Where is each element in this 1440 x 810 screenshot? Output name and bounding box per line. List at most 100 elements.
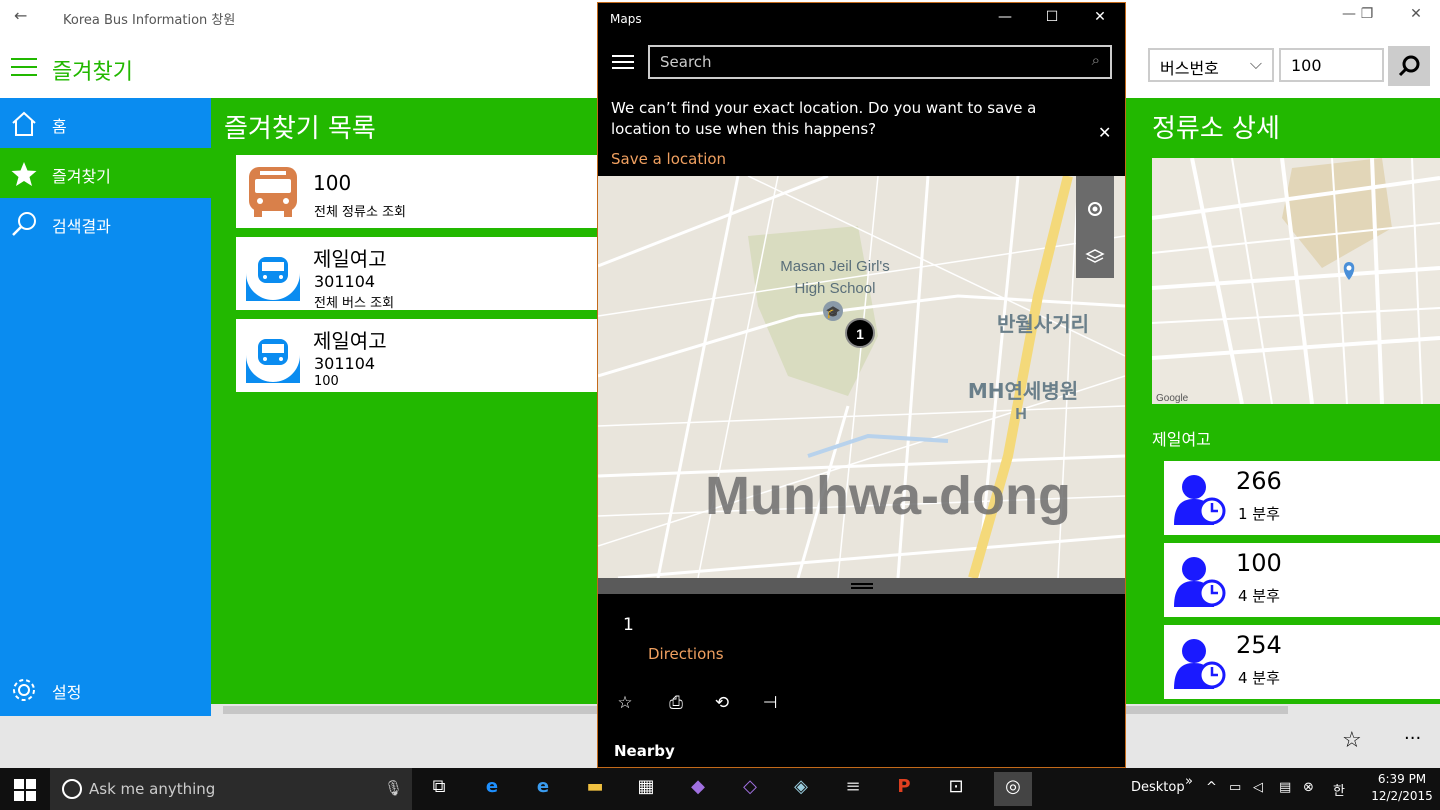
volume-icon[interactable]: ◁	[1253, 780, 1263, 795]
desktop-toolbar-label[interactable]: Desktop	[1131, 780, 1185, 795]
add-favorite-star-icon[interactable]: ☆	[1342, 728, 1362, 753]
map-label-hospital: MH연세병원	[968, 379, 1078, 403]
map-label-district: Munhwa-dong	[705, 466, 1071, 526]
search-type-dropdown[interactable]: 버스번호 ⌵	[1148, 48, 1274, 82]
close-icon[interactable]: ✕	[1085, 9, 1115, 25]
clock-date: 12/2/2015	[1371, 789, 1433, 803]
arrival-time: 4 분후	[1238, 587, 1280, 605]
nav-item-favorites[interactable]: 즐겨찾기	[0, 148, 211, 198]
print-icon[interactable]: ⎙	[664, 693, 688, 713]
bus-number: 100	[1236, 549, 1282, 577]
favorite-item[interactable]: 제일여고 301104 전체 버스 조회	[236, 237, 598, 311]
person-clock-icon	[1174, 639, 1226, 689]
person-clock-icon	[1174, 557, 1226, 607]
windows-start-icon[interactable]	[14, 779, 36, 801]
action-center-icon[interactable]: ▤	[1279, 780, 1291, 795]
cortana-icon	[62, 779, 82, 799]
gear-icon	[13, 679, 35, 701]
restore-icon[interactable]: ❐	[1352, 6, 1382, 22]
bus-number: 266	[1236, 467, 1282, 495]
input-method-icon[interactable]: 한	[1333, 780, 1345, 799]
stop-name: 제일여고	[1152, 430, 1211, 449]
minimize-icon[interactable]: —	[990, 9, 1020, 25]
system-clock[interactable]: 6:39 PM 12/2/2015	[1371, 771, 1433, 805]
network-icon[interactable]: ▭	[1229, 780, 1241, 795]
bus-number-input[interactable]: 100	[1279, 48, 1384, 82]
store-icon[interactable]: ▦	[633, 776, 659, 802]
edge-browser-icon[interactable]: e	[479, 776, 505, 802]
task-view-icon[interactable]: ⧉	[426, 776, 452, 802]
more-options-icon[interactable]: ···	[1404, 728, 1421, 749]
search-placeholder: Search	[660, 53, 712, 71]
show-hidden-icons-icon[interactable]: ^	[1206, 780, 1217, 795]
cortana-search-box[interactable]: Ask me anything 🎙	[50, 768, 412, 810]
nav-item-search-results[interactable]: 검색결과	[0, 198, 211, 248]
back-arrow-icon[interactable]: ←	[14, 6, 27, 25]
share-icon[interactable]: ⟲	[710, 693, 734, 713]
bus-stop-icon	[246, 247, 300, 301]
file-explorer-icon[interactable]: ▬	[582, 776, 608, 802]
search-button[interactable]	[1388, 46, 1430, 86]
pin-icon[interactable]: ⊣	[758, 693, 782, 713]
home-icon	[12, 111, 36, 136]
toolbar-expand-icon[interactable]: »	[1185, 774, 1193, 789]
favorite-star-icon[interactable]: ☆	[613, 693, 637, 713]
clock-time: 6:39 PM	[1377, 772, 1427, 786]
arrival-item[interactable]: 266 1 분후	[1164, 461, 1440, 535]
favorite-item[interactable]: 100 전체 정류소 조회	[236, 155, 598, 228]
favorite-name: 제일여고	[313, 247, 387, 271]
save-location-link[interactable]: Save a location	[611, 150, 726, 168]
notification-off-icon[interactable]: ⊗	[1303, 780, 1314, 795]
page-title: 즐겨찾기	[52, 60, 133, 85]
nav-label: 검색결과	[52, 217, 111, 236]
directions-link[interactable]: Directions	[648, 645, 724, 663]
stop-id: 301104	[314, 272, 376, 291]
arrival-time: 1 분후	[1238, 505, 1280, 523]
school-icon: 🎓	[826, 305, 841, 319]
favorite-name: 100	[313, 171, 352, 195]
favorite-item[interactable]: 제일여고 301104 100	[236, 319, 598, 392]
nav-label: 홈	[52, 117, 67, 136]
person-clock-icon	[1174, 475, 1226, 525]
maps-window-title: Maps	[610, 12, 642, 26]
nav-item-settings[interactable]: 설정	[0, 664, 211, 714]
favorite-name: 제일여고	[313, 329, 387, 353]
chevron-down-icon: ⌵	[1249, 54, 1262, 73]
map-pin-number[interactable]: 1	[856, 326, 864, 342]
microphone-icon[interactable]: 🎙	[384, 779, 403, 797]
stop-id: 301104	[314, 354, 376, 373]
star-icon	[11, 162, 37, 186]
grip-handle-icon[interactable]	[851, 583, 873, 589]
hospital-marker-icon: H	[1015, 406, 1027, 423]
arrival-item[interactable]: 254 4 분후	[1164, 625, 1440, 699]
close-icon[interactable]: ✕	[1401, 6, 1431, 22]
maximize-icon[interactable]: ☐	[1037, 9, 1067, 25]
cortana-placeholder: Ask me anything	[89, 780, 216, 798]
map-view[interactable]: Masan Jeil Girl's High School 🎓 1 반월사거리 …	[598, 176, 1125, 578]
arrival-item[interactable]: 100 4 분후	[1164, 543, 1440, 617]
bus-app-taskbar-icon[interactable]: ⊡	[943, 776, 969, 802]
search-icon[interactable]: ⌕	[1092, 51, 1100, 69]
stop-detail-title: 정류소 상세	[1152, 114, 1280, 144]
nav-item-home[interactable]: 홈	[0, 98, 211, 148]
favorite-detail: 전체 버스 조회	[314, 296, 395, 311]
visual-studio-alt-icon[interactable]: ◇	[737, 776, 763, 802]
maps-taskbar-icon[interactable]: ◎	[994, 772, 1032, 806]
stop-map-thumbnail[interactable]: Google	[1152, 158, 1440, 404]
app-icon[interactable]: ◈	[788, 776, 814, 802]
pane-splitter[interactable]	[598, 578, 1125, 594]
nav-pane: 홈 즐겨찾기 검색결과 설정	[0, 98, 211, 716]
bus-stop-icon	[246, 329, 300, 383]
favorite-detail: 전체 정류소 조회	[314, 205, 406, 220]
search-type-value: 버스번호	[1160, 59, 1219, 78]
result-number: 1	[623, 615, 634, 635]
dismiss-notice-icon[interactable]: ✕	[1098, 123, 1111, 142]
hamburger-menu-icon[interactable]	[11, 58, 37, 76]
window-title: Korea Bus Information 창원	[63, 13, 236, 28]
database-icon[interactable]: ≡	[840, 776, 866, 802]
internet-explorer-icon[interactable]: e	[530, 776, 556, 802]
visual-studio-icon[interactable]: ◆	[685, 776, 711, 802]
maps-menu-icon[interactable]	[612, 55, 634, 69]
powerpoint-icon[interactable]: P	[891, 776, 917, 802]
maps-search-input[interactable]: Search ⌕	[648, 45, 1112, 79]
